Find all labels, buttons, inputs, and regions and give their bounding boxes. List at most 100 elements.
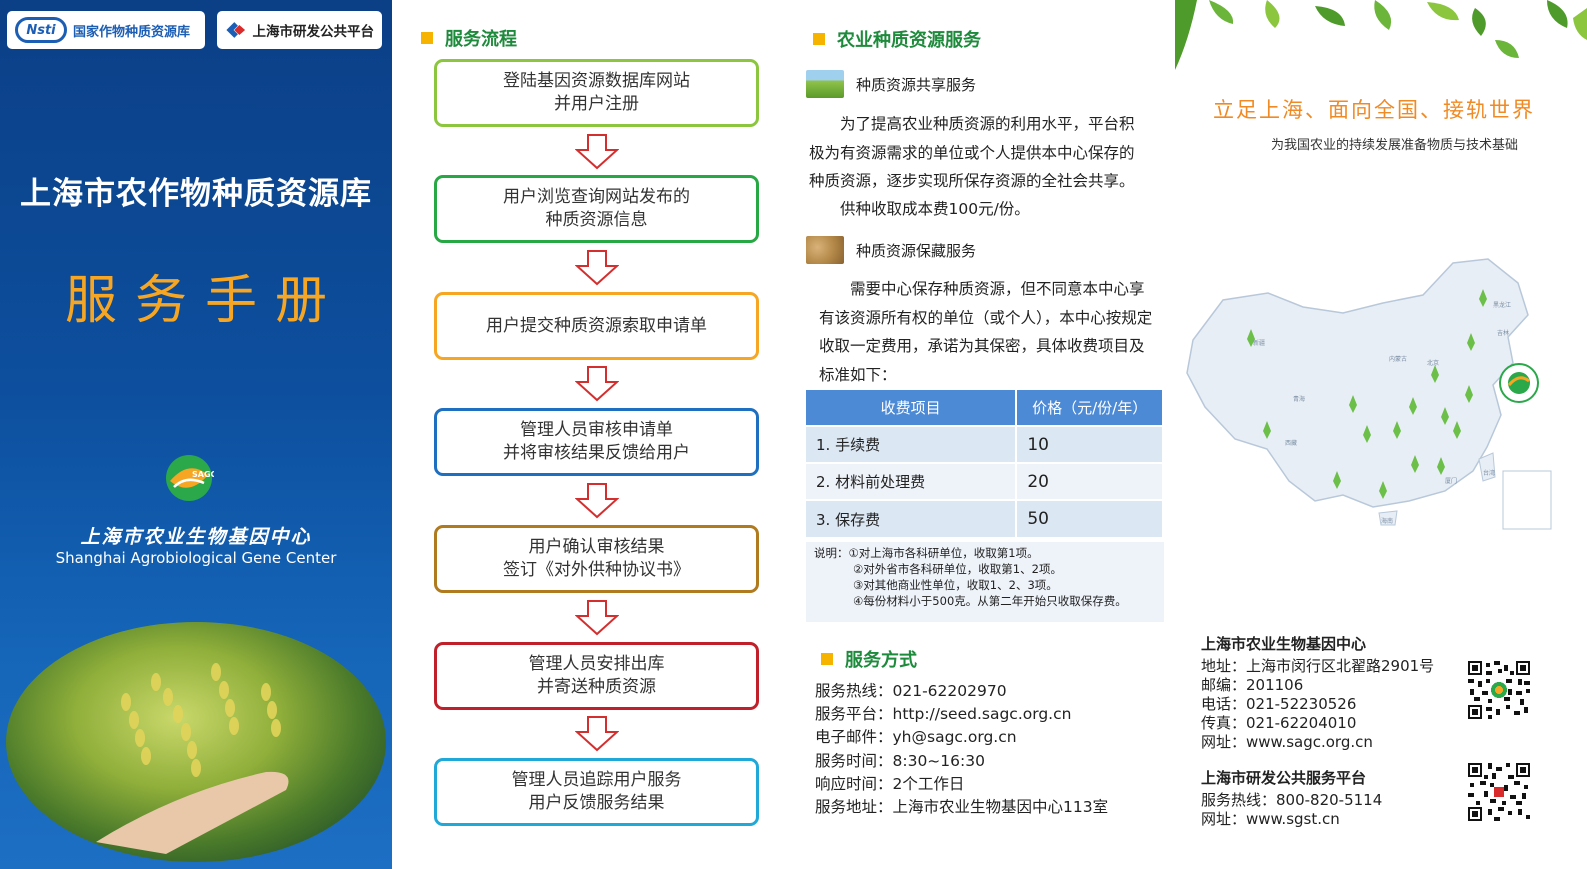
map-label: 西藏 <box>1285 439 1297 447</box>
flow-arrow-down-icon <box>575 483 619 519</box>
fee-table-header-item: 收费项目 <box>806 390 1018 426</box>
org-sagc-phone[interactable]: 电话：021-52230526 <box>1201 695 1434 714</box>
fee-note-line: ③对其他商业性单位，收取1、2、3项。 <box>853 578 1058 592</box>
seeds-icon <box>806 236 844 264</box>
flow-step-1-line2: 并用户注册 <box>554 94 639 114</box>
map-label: 吉林 <box>1497 329 1509 337</box>
sagc-logo-text: SAGC <box>192 470 214 479</box>
org-sagc-address: 地址：上海市闵行区北翟路2901号 <box>1201 657 1435 675</box>
fee-item: 2. 材料前处理费 <box>806 462 1018 500</box>
slogan-subtitle: 为我国农业的持续发展准备物质与技术基础 <box>1271 138 1519 153</box>
fee-item: 3. 保存费 <box>806 499 1018 537</box>
flow-step-5-line1: 用户确认审核结果 <box>528 537 665 557</box>
flow-step-4: 管理人员审核申请单 并将审核结果反馈给用户 <box>434 408 759 476</box>
service-response-time: 响应时间：2个工作日 <box>815 774 965 793</box>
slogan: 立足上海、面向全国、接轨世界 <box>1213 98 1535 122</box>
org-sagc-name: 上海市农业生物基因中心 <box>1201 635 1367 653</box>
service-hotline[interactable]: 服务热线：021-62202970 <box>815 680 1108 703</box>
fee-price: 20 <box>1016 462 1164 500</box>
map-label: 黑龙江 <box>1493 301 1511 309</box>
map-label: 内蒙古 <box>1389 355 1407 363</box>
flow-step-1: 登陆基因资源数据库网站 并用户注册 <box>434 59 759 127</box>
center-name-en: Shanghai Agrobiological Gene Center <box>55 549 337 567</box>
flow-step-6: 管理人员安排出库 并寄送种质资源 <box>434 642 759 710</box>
flow-arrow-down-icon <box>575 366 619 402</box>
fee-note-line: 说明：①对上海市各科研单位，收取第1项。 <box>814 546 1039 560</box>
flow-heading-text: 服务流程 <box>445 29 517 50</box>
fee-price: 10 <box>1016 425 1164 463</box>
fee-note-line: ②对外省市各科研单位，收取第1、2项。 <box>853 562 1062 576</box>
map-label: 厦门 <box>1445 477 1457 485</box>
fee-table: 收费项目 价格（元/份/年） 1. 手续费 10 2. 材料前处理费 20 3.… <box>806 390 1164 537</box>
fee-note-line: ④每份材料小于500克。从第二年开始只收取保存费。 <box>853 594 1127 608</box>
org-sgst-contact: 上海市研发公共服务平台 服务热线：800-820-5114 网址：www.sgs… <box>1201 769 1382 829</box>
flow-step-5-line2: 签订《对外供种协议书》 <box>503 560 690 580</box>
nsti-logo[interactable]: Nsti 国家作物种质资源库 <box>7 11 205 49</box>
map-label: 青海 <box>1293 395 1305 403</box>
flow-step-2-line1: 用户浏览查询网站发布的 <box>503 187 690 207</box>
nsti-logo-text: 国家作物种质资源库 <box>73 24 191 40</box>
service-address: 服务地址：上海市农业生物基因中心113室 <box>815 798 1109 817</box>
services-heading: 农业种质资源服务 <box>813 26 981 52</box>
heading-bullet-icon <box>421 32 433 44</box>
service-mode-heading: 服务方式 <box>821 646 917 672</box>
share-service-fee: 供种收取成本费100元/份。 <box>840 200 1030 218</box>
china-map-image: 新疆 西藏 青海 内蒙古 黑龙江 吉林 北京 台湾 海南 厦门 <box>1186 258 1552 530</box>
qr-code-sagc-icon[interactable] <box>1468 661 1530 719</box>
service-email-link[interactable]: 电子邮件：yh@sagc.org.cn <box>815 726 1108 749</box>
flow-step-6-line2: 并寄送种质资源 <box>537 677 656 697</box>
preserve-service-heading: 种质资源保藏服务 <box>806 236 976 264</box>
leaves-decoration <box>1175 0 1587 72</box>
flow-step-4-line2: 并将审核结果反馈给用户 <box>503 443 690 463</box>
nsti-logo-mark: Nsti <box>15 17 67 43</box>
table-row: 2. 材料前处理费 20 <box>806 462 1164 500</box>
flow-step-1-line1: 登陆基因资源数据库网站 <box>503 71 690 91</box>
org-sgst-hotline[interactable]: 服务热线：800-820-5114 <box>1201 791 1382 810</box>
header-logos: Nsti 国家作物种质资源库 上海市研发公共平台 <box>7 11 382 49</box>
service-mode-list: 服务热线：021-62202970 服务平台：http://seed.sagc.… <box>815 680 1108 819</box>
flow-arrow-down-icon <box>575 250 619 286</box>
service-mode-heading-text: 服务方式 <box>845 650 917 671</box>
share-service-description: 为了提高农业种质资源的利用水平，平台积极为有资源需求的单位或个人提供本中心保存的… <box>809 115 1135 190</box>
heading-bullet-icon <box>813 33 825 45</box>
flow-step-7: 管理人员追踪用户服务 用户反馈服务结果 <box>434 758 759 826</box>
platform-logo-text: 上海市研发公共平台 <box>252 24 375 40</box>
flow-step-2: 用户浏览查询网站发布的 种质资源信息 <box>434 175 759 243</box>
qr-code-sgst-icon[interactable] <box>1468 763 1530 821</box>
cover-subtitle: 服务手册 <box>64 271 345 331</box>
flow-step-3-line1: 用户提交种质资源索取申请单 <box>486 315 707 336</box>
flow-step-5: 用户确认审核结果 签订《对外供种协议书》 <box>434 525 759 593</box>
flow-step-2-line2: 种质资源信息 <box>545 210 648 230</box>
flow-step-7-line1: 管理人员追踪用户服务 <box>511 770 682 790</box>
org-sgst-website-link[interactable]: 网址：www.sgst.cn <box>1201 810 1382 829</box>
grass-field-icon <box>806 70 844 98</box>
flow-arrow-down-icon <box>575 716 619 752</box>
org-sagc-contact: 上海市农业生物基因中心 地址：上海市闵行区北翟路2901号 邮编：201106 … <box>1201 635 1434 752</box>
services-heading-text: 农业种质资源服务 <box>837 30 981 51</box>
service-platform-link[interactable]: 服务平台：http://seed.sagc.org.cn <box>815 703 1108 726</box>
fee-item: 1. 手续费 <box>806 425 1018 463</box>
preserve-service-description: 需要中心保存种质资源，但不同意本中心享有该资源所有权的单位（或个人），本中心按规… <box>819 280 1153 384</box>
table-row: 1. 手续费 10 <box>806 425 1164 463</box>
flow-step-7-line2: 用户反馈服务结果 <box>528 793 665 813</box>
platform-logo[interactable]: 上海市研发公共平台 <box>217 11 382 49</box>
map-label: 海南 <box>1381 517 1393 525</box>
flow-arrow-down-icon <box>575 600 619 636</box>
fee-notes: 说明：①对上海市各科研单位，收取第1项。 ②对外省市各科研单位，收取第1、2项。… <box>806 542 1164 622</box>
share-service-heading: 种质资源共享服务 <box>806 70 976 98</box>
flow-heading: 服务流程 <box>421 25 517 51</box>
heading-bullet-icon <box>821 653 833 665</box>
fee-note-label: 说明： <box>814 546 849 560</box>
org-sgst-name: 上海市研发公共服务平台 <box>1201 769 1367 787</box>
fee-table-header-price: 价格（元/份/年） <box>1016 390 1164 426</box>
map-label: 新疆 <box>1253 339 1265 347</box>
map-label: 台湾 <box>1483 469 1495 477</box>
flow-step-6-line1: 管理人员安排出库 <box>528 654 665 674</box>
org-sagc-postcode: 邮编：201106 <box>1201 676 1304 694</box>
flow-step-3: 用户提交种质资源索取申请单 <box>434 292 759 360</box>
service-hours: 服务时间：8:30~16:30 <box>815 751 985 770</box>
org-sagc-website-link[interactable]: 网址：www.sagc.org.cn <box>1201 733 1434 752</box>
cover-title: 上海市农作物种质资源库 <box>20 176 372 212</box>
cover-panel: Nsti 国家作物种质资源库 上海市研发公共平台 上海市农作物种质资源库 服务手… <box>0 0 392 869</box>
map-label: 北京 <box>1427 359 1439 367</box>
